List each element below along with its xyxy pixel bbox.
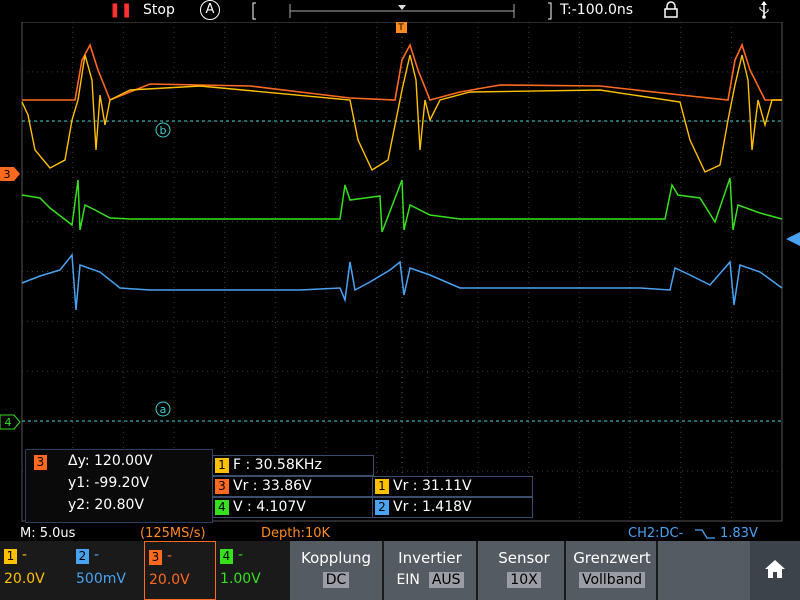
menu-kopplung[interactable]: Kopplung DC xyxy=(288,541,382,600)
measurement-2: 3 Vr : 33.86V xyxy=(212,476,374,497)
menu-invertier[interactable]: Invertier EIN AUS xyxy=(382,541,476,600)
timebase[interactable]: M: 5.0us xyxy=(20,526,75,541)
menu-empty-slot[interactable] xyxy=(656,541,750,600)
cursor-a-label: a xyxy=(160,403,167,416)
menu-kopplung-label: Kopplung xyxy=(300,549,371,567)
channel-1-number: 1 xyxy=(4,549,17,564)
channel-4-number: 4 xyxy=(220,549,233,564)
channel-1-button[interactable]: 1 - 20.0V xyxy=(0,541,71,600)
cursor-y1: y1: -99.20V xyxy=(68,475,150,491)
trigger-level-marker[interactable] xyxy=(786,232,800,246)
sample-rate: (125MS/s) xyxy=(140,526,206,541)
memory-position-bar[interactable] xyxy=(252,2,552,20)
measurement-4: 4V : 4.107V xyxy=(212,497,374,518)
home-icon xyxy=(765,560,785,578)
channel-2-dash: - xyxy=(94,547,100,563)
menu-invertier-on[interactable]: EIN xyxy=(396,572,419,588)
measurement-1-tag: 1 xyxy=(215,457,229,473)
cursor-b-label: b xyxy=(160,124,167,137)
ch4-offset-marker[interactable]: 4 xyxy=(0,414,21,430)
top-status-bar: ❚❚ Stop A T:-100.0ns xyxy=(0,0,800,22)
ch4-offset-label: 4 xyxy=(5,416,12,429)
menu-sensor-label: Sensor xyxy=(498,549,550,567)
time-offset[interactable]: T:-100.0ns xyxy=(560,2,633,18)
measurement-3: 1 Vr : 31.11V xyxy=(372,476,533,497)
ch2-trace xyxy=(21,253,783,311)
measurement-4-tag: 4 xyxy=(215,499,229,515)
ch3-offset-marker[interactable]: 3 xyxy=(0,167,20,181)
menu-grenzwert-value: Vollband xyxy=(578,572,646,588)
measurement-5: 2 Vr : 1.418V xyxy=(372,497,533,518)
usb-icon xyxy=(758,1,770,23)
menu-kopplung-value: DC xyxy=(322,572,350,588)
cursor-y2: y2: 20.80V xyxy=(68,497,145,513)
cursor-delta-y: Δy: 120.00V xyxy=(68,453,153,469)
measurement-2-tag: 3 xyxy=(215,478,229,494)
channel-1-dash: - xyxy=(22,547,28,563)
menu-sensor[interactable]: Sensor 10X xyxy=(476,541,570,600)
measurement-5-text: Vr : 1.418V xyxy=(393,499,472,515)
ch4-trace xyxy=(21,177,783,233)
trigger-mode-badge[interactable]: A xyxy=(200,0,220,20)
measurement-1-text: F : 30.58KHz xyxy=(233,457,322,473)
pause-bars-icon[interactable]: ❚❚ xyxy=(109,2,132,18)
trigger-source[interactable]: CH2:DC- xyxy=(628,526,683,541)
channel-3-number: 3 xyxy=(149,550,162,565)
channel-4-scale: 1.00V xyxy=(220,571,261,587)
trigger-position-label: T xyxy=(397,23,404,33)
measurement-3-tag: 1 xyxy=(375,478,389,494)
home-button[interactable] xyxy=(750,541,800,600)
graticule xyxy=(21,21,783,522)
menu-invertier-label: Invertier xyxy=(398,549,462,567)
channel-2-button[interactable]: 2 - 500mV xyxy=(72,541,143,600)
cursor-panel: 3 Δy: 120.00V y1: -99.20V y2: 20.80V xyxy=(25,449,213,523)
measurement-1: 1F : 30.58KHz xyxy=(212,455,374,476)
measurement-5-tag: 2 xyxy=(375,499,389,515)
memory-depth[interactable]: Depth:10K xyxy=(261,526,330,541)
measurement-2-text: Vr : 33.86V xyxy=(233,478,312,494)
falling-edge-icon xyxy=(695,529,715,539)
channel-3-dash: - xyxy=(167,548,173,564)
bottom-menu-bar: 1 - 20.0V 2 - 500mV 3 - 20.0V 4 - 1.00V … xyxy=(0,541,800,600)
channel-2-number: 2 xyxy=(76,549,89,564)
run-state[interactable]: Stop xyxy=(143,2,175,18)
cursor-channel-tag: 3 xyxy=(34,455,47,470)
channel-3-scale: 20.0V xyxy=(149,572,190,588)
menu-grenzwert[interactable]: Grenzwert Vollband xyxy=(564,541,658,600)
measurement-4-text: V : 4.107V xyxy=(233,499,306,515)
channel-1-scale: 20.0V xyxy=(4,571,45,587)
lock-icon xyxy=(664,1,678,22)
ch3-offset-label: 3 xyxy=(4,168,11,181)
menu-grenzwert-label: Grenzwert xyxy=(573,549,651,567)
channel-4-button[interactable]: 4 - 1.00V xyxy=(216,541,287,600)
channel-2-scale: 500mV xyxy=(76,571,126,587)
trigger-level[interactable]: 1.83V xyxy=(720,526,758,541)
menu-sensor-value: 10X xyxy=(507,572,541,588)
menu-invertier-off[interactable]: AUS xyxy=(428,572,464,588)
measurement-3-text: Vr : 31.11V xyxy=(393,478,472,494)
channel-3-button[interactable]: 3 - 20.0V xyxy=(144,541,216,600)
channel-4-dash: - xyxy=(238,547,244,563)
